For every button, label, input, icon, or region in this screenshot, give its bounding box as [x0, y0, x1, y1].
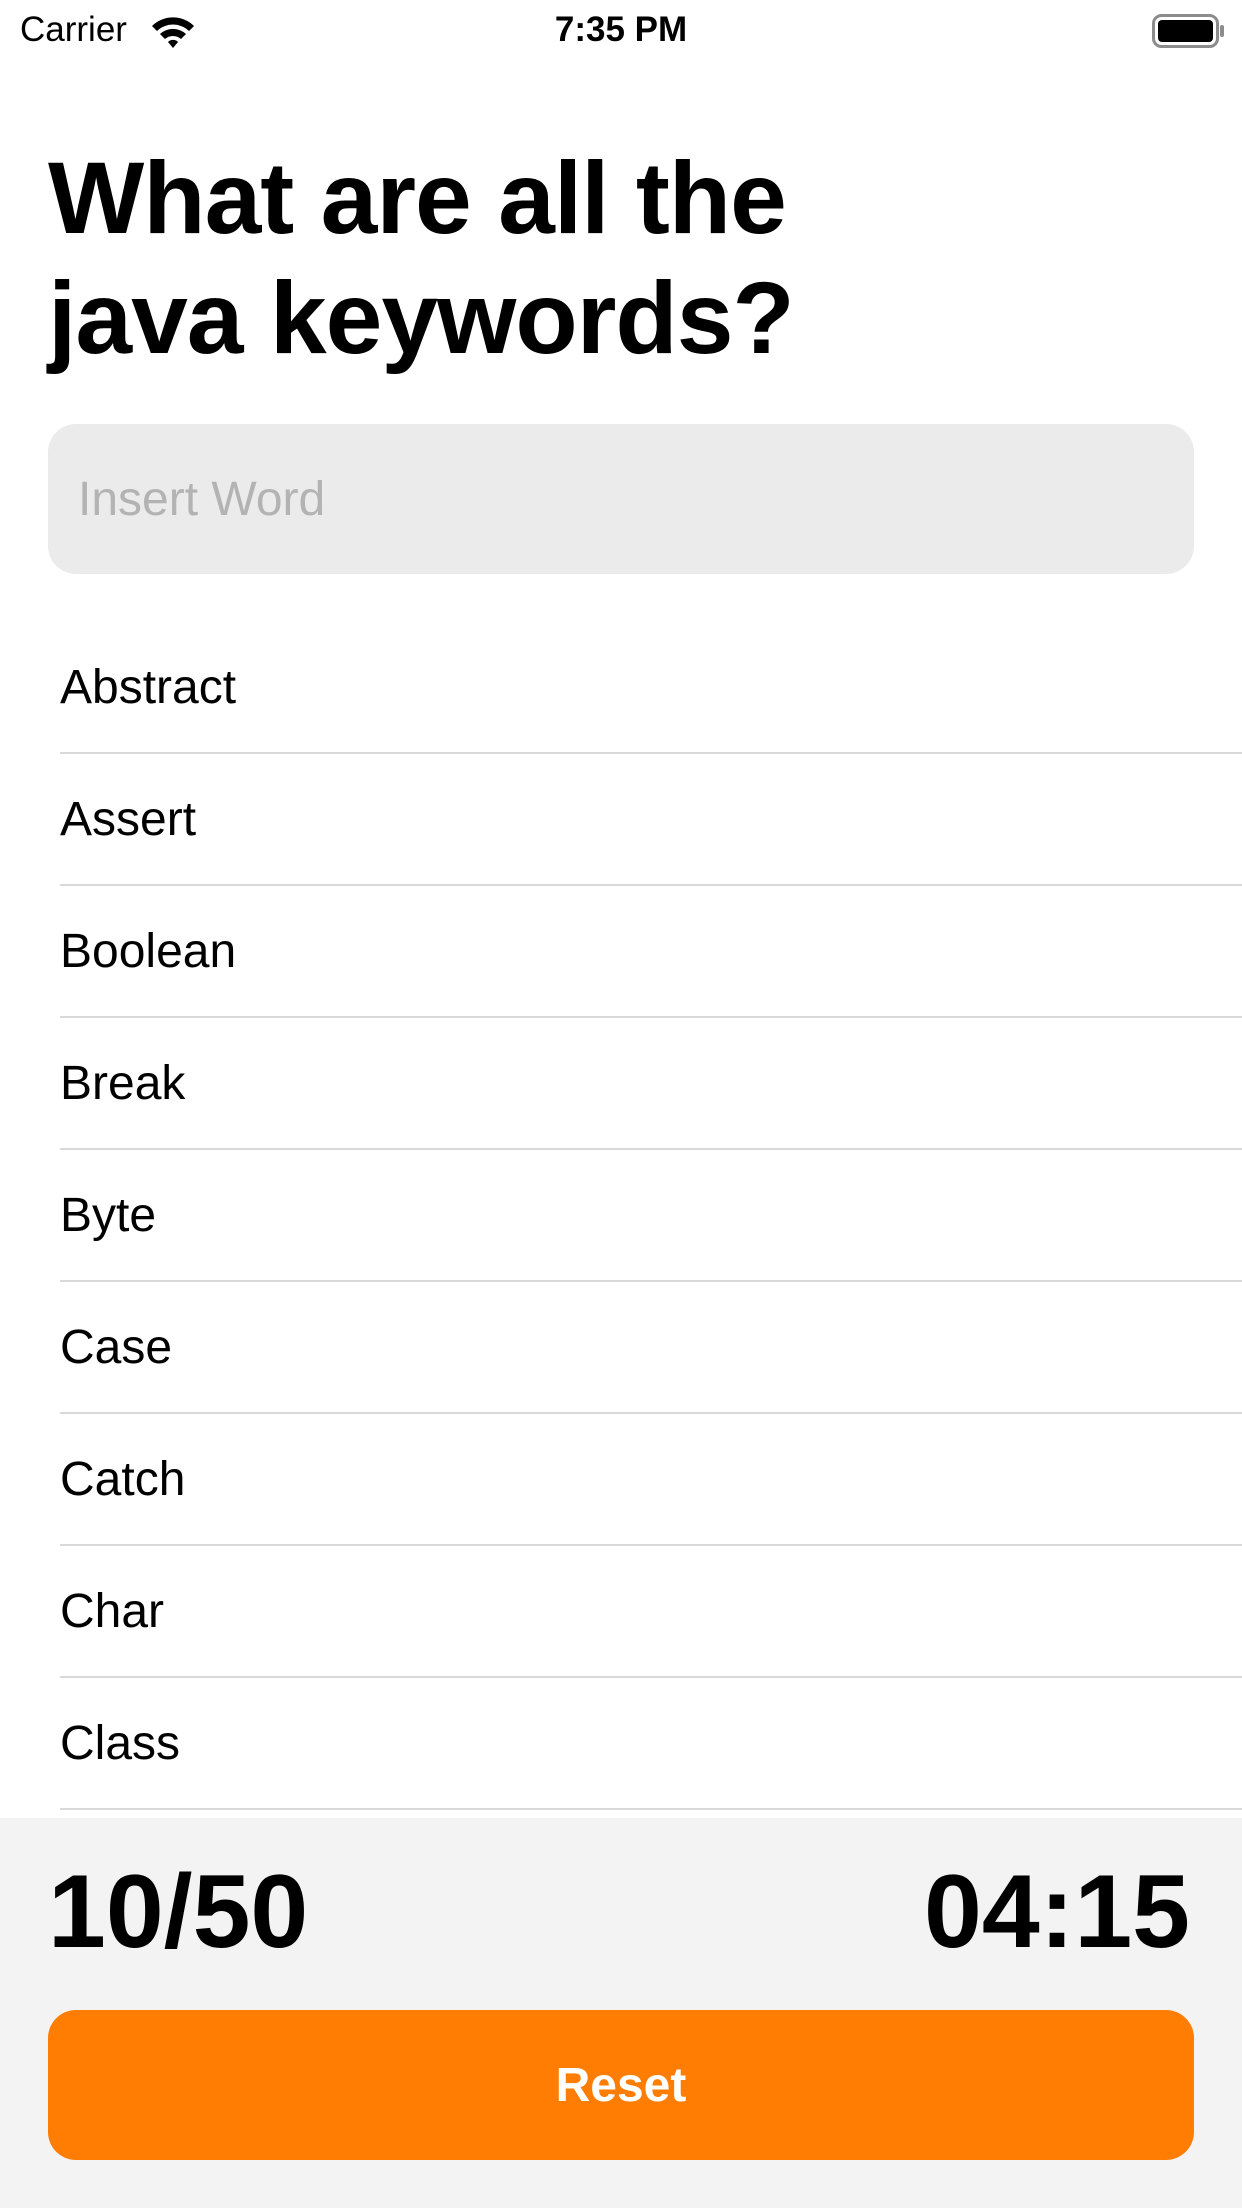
- list-item: Case: [60, 1282, 1242, 1414]
- score-counter: 10/50: [48, 1854, 309, 1970]
- question-title: What are all the java keywords?: [48, 138, 948, 378]
- list-item: Char: [60, 1546, 1242, 1678]
- list-item: Catch: [60, 1414, 1242, 1546]
- word-input[interactable]: [48, 424, 1194, 574]
- list-item: Boolean: [60, 886, 1242, 1018]
- list-item: Abstract: [60, 622, 1242, 754]
- status-bar: Carrier 7:35 PM: [0, 0, 1242, 62]
- list-item: Byte: [60, 1150, 1242, 1282]
- list-item: Class: [60, 1678, 1242, 1810]
- status-time: 7:35 PM: [554, 10, 688, 49]
- bottom-panel: 10/50 04:15 Reset: [0, 1818, 1242, 2208]
- reset-button[interactable]: Reset: [48, 2010, 1194, 2160]
- quiz-screen: Carrier 7:35 PM What are all the java ke…: [0, 0, 1242, 2208]
- battery-icon: [1152, 14, 1224, 48]
- question-line-2: java keywords?: [48, 261, 795, 375]
- list-item: Assert: [60, 754, 1242, 886]
- question-line-1: What are all the: [48, 141, 787, 255]
- list-item: Break: [60, 1018, 1242, 1150]
- countdown-timer: 04:15: [924, 1854, 1190, 1970]
- word-list: Abstract Assert Boolean Break Byte Case …: [60, 622, 1242, 1810]
